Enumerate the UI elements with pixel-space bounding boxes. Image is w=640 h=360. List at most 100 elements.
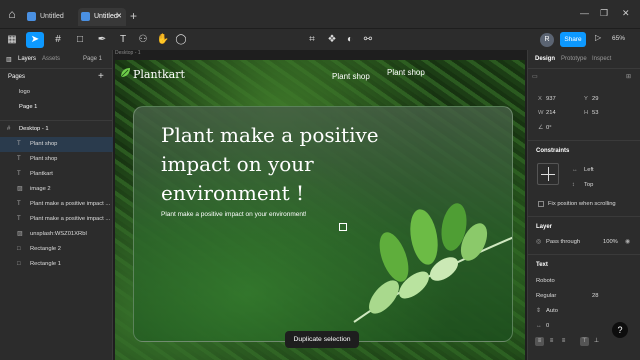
align-top-icon[interactable]: ⊤: [580, 337, 589, 346]
frame-layer[interactable]: # Desktop - 1: [0, 122, 113, 137]
layer-row[interactable]: T Plant shop: [0, 137, 113, 152]
link-icon[interactable]: ⚯: [361, 32, 375, 48]
horizontal-constraint-select[interactable]: Left: [584, 167, 594, 173]
page-item[interactable]: logo: [0, 85, 113, 100]
help-icon[interactable]: ?: [612, 322, 628, 338]
panel-collapse-icon[interactable]: ▭: [532, 74, 537, 80]
align-left-icon[interactable]: ≡: [535, 337, 544, 346]
layer-row[interactable]: ▨ unsplash:WSZ01XRbI: [0, 227, 113, 242]
tab-prototype[interactable]: Prototype: [561, 56, 587, 62]
selection-handle[interactable]: [339, 223, 347, 231]
line-height-input[interactable]: Auto: [546, 308, 558, 314]
tab-inspect[interactable]: Inspect: [592, 56, 611, 62]
page-selector[interactable]: Page 1: [83, 56, 102, 62]
avatar[interactable]: R: [540, 33, 554, 47]
comment-tool-icon[interactable]: ◯: [174, 32, 188, 48]
mask-icon[interactable]: ◐: [343, 32, 357, 48]
layer-row[interactable]: ▨ image 2: [0, 182, 113, 197]
horizontal-constraint-icon: ↔: [572, 167, 578, 173]
hero-card[interactable]: Plant make a positive impact on your env…: [133, 106, 513, 342]
line-height-icon: ⇕: [536, 308, 541, 314]
component-icon[interactable]: ❖: [325, 32, 339, 48]
font-size-input[interactable]: 28: [592, 293, 598, 299]
x-label: X: [538, 96, 542, 102]
frame-tool-icon[interactable]: #: [50, 32, 66, 48]
font-style-select[interactable]: Regular: [536, 293, 556, 299]
zoom-level[interactable]: 65%: [612, 35, 625, 42]
align-middle-icon[interactable]: ⊥: [592, 337, 601, 346]
divider: [0, 68, 113, 69]
frame-icon: #: [7, 126, 11, 132]
divider: [528, 68, 640, 69]
visibility-icon[interactable]: ◉: [625, 239, 630, 245]
text-layer-icon: T: [17, 156, 21, 162]
tab-design[interactable]: Design: [535, 56, 555, 62]
hand-tool-icon[interactable]: ✋: [156, 32, 170, 48]
home-icon[interactable]: ⌂: [4, 6, 20, 22]
page-item-active[interactable]: Page 1: [0, 100, 113, 115]
rotation-input[interactable]: 0°: [546, 125, 552, 131]
hero-headline[interactable]: Plant make a positive impact on your env…: [161, 121, 401, 208]
vertical-constraint-select[interactable]: Top: [584, 182, 593, 188]
canvas[interactable]: Desktop - 1 Plantkart Plant shop Plant s…: [113, 50, 527, 360]
resources-icon[interactable]: ⚇: [136, 32, 150, 48]
figma-file-icon: [81, 12, 90, 21]
main-menu-icon[interactable]: ▦: [4, 32, 20, 48]
nav-plant-shop[interactable]: Plant shop: [332, 72, 370, 81]
pen-tool-icon[interactable]: ✒: [94, 32, 110, 48]
tab-assets[interactable]: Assets: [42, 56, 60, 62]
align-center-icon[interactable]: ≡: [547, 337, 556, 346]
file-tab-label: Untitled: [94, 13, 118, 20]
layer-row[interactable]: T Plant make a positive impact ...: [0, 197, 113, 212]
x-input[interactable]: 937: [546, 96, 556, 102]
crop-icon[interactable]: ⌗: [305, 32, 319, 48]
move-tool-icon[interactable]: ➤: [26, 32, 44, 48]
new-tab-icon[interactable]: +: [130, 9, 137, 23]
hero-subheadline[interactable]: Plant make a positive impact on your env…: [161, 211, 307, 218]
present-icon[interactable]: ▷: [595, 33, 601, 42]
font-family-select[interactable]: Roboto: [536, 278, 555, 284]
file-tab-active[interactable]: Untitled ✕: [78, 8, 126, 26]
w-input[interactable]: 214: [546, 110, 556, 116]
y-input[interactable]: 29: [592, 96, 598, 102]
brand-logo-text[interactable]: Plantkart: [133, 68, 185, 81]
minimize-icon[interactable]: —: [580, 8, 589, 18]
text-tool-icon[interactable]: T: [116, 32, 130, 48]
nav-plant-shop-selected[interactable]: Plant shop: [387, 68, 425, 77]
divider: [528, 216, 640, 217]
opacity-input[interactable]: 100%: [603, 239, 618, 245]
fix-position-checkbox[interactable]: [538, 201, 544, 207]
rectangle-layer-icon: □: [17, 261, 21, 267]
restore-icon[interactable]: ❐: [600, 8, 608, 19]
duplicate-toast: Duplicate selection: [285, 331, 359, 348]
shape-tool-icon[interactable]: □: [72, 32, 88, 48]
constraints-widget[interactable]: [537, 163, 559, 185]
tab-layers[interactable]: Layers: [18, 56, 36, 62]
close-tab-icon[interactable]: ✕: [116, 8, 122, 26]
layer-row[interactable]: T Plant shop: [0, 152, 113, 167]
layer-label: unsplash:WSZ01XRbI: [30, 231, 88, 237]
window-close-icon[interactable]: ✕: [622, 8, 630, 19]
layer-label: Plantkart: [30, 171, 53, 177]
align-right-icon[interactable]: ≡: [559, 337, 568, 346]
blend-mode-select[interactable]: Pass through: [546, 239, 580, 245]
layer-row[interactable]: □ Rectangle 2: [0, 242, 113, 257]
panel-toggle-icon[interactable]: ▥: [6, 56, 12, 63]
file-tab[interactable]: Untitled: [24, 8, 80, 26]
layer-row[interactable]: □ Rectangle 1: [0, 257, 113, 272]
add-page-icon[interactable]: +: [98, 71, 104, 82]
h-label: H: [584, 110, 589, 116]
desktop-frame[interactable]: Plantkart Plant shop Plant shop Plant ma…: [115, 60, 525, 360]
divider: [528, 140, 640, 141]
layer-row[interactable]: T Plant make a positive impact ...: [0, 212, 113, 227]
panel-option-icon[interactable]: ⊞: [626, 74, 631, 80]
h-input[interactable]: 53: [592, 110, 598, 116]
tab-bar: ⌂ Untitled Untitled ✕ + — ❐ ✕: [0, 0, 640, 28]
vertical-constraint-icon: ↕: [572, 182, 575, 188]
text-layer-icon: T: [17, 216, 21, 222]
frame-label[interactable]: Desktop - 1: [115, 50, 141, 56]
layer-title: Layer: [536, 224, 553, 230]
share-button[interactable]: Share: [560, 32, 586, 47]
layer-row[interactable]: T Plantkart: [0, 167, 113, 182]
letter-spacing-input[interactable]: 0: [546, 323, 549, 329]
